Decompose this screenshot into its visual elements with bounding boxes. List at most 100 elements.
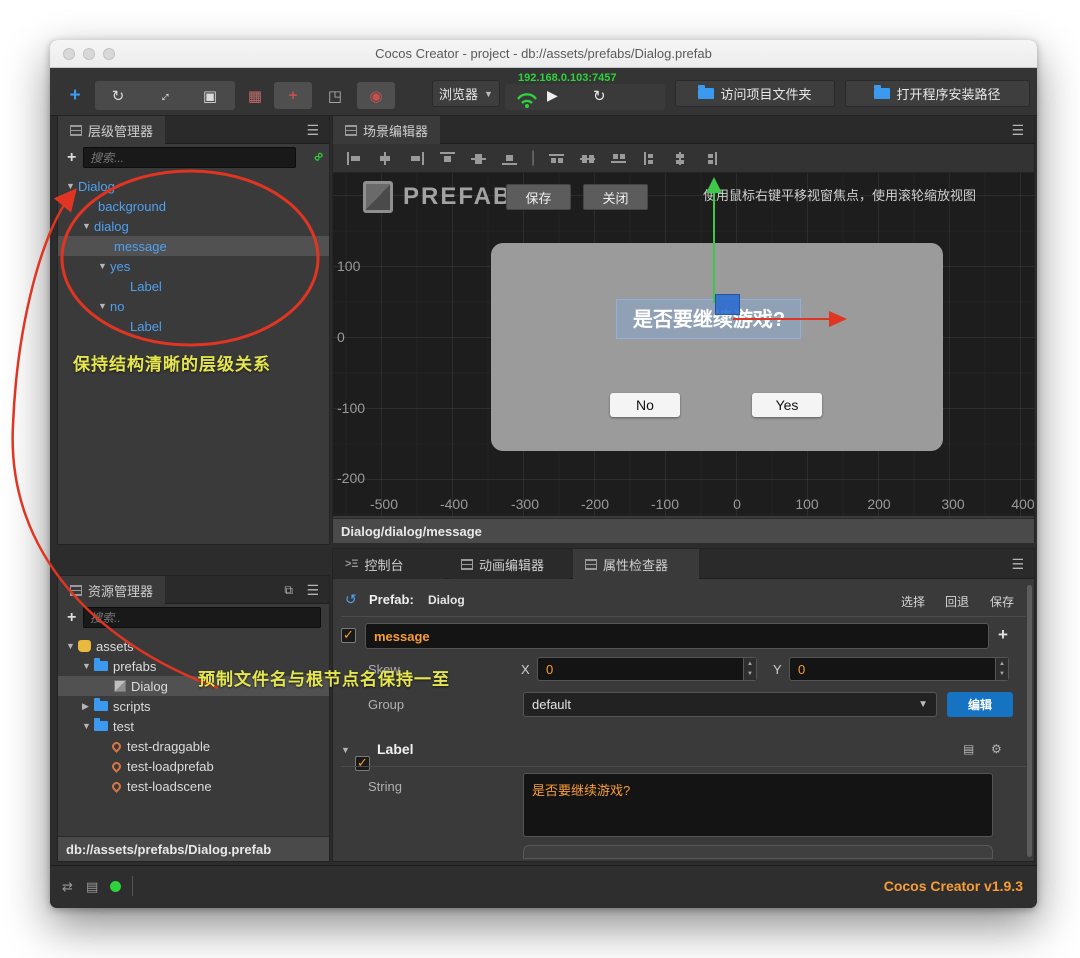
align-left-icon[interactable] bbox=[347, 151, 362, 165]
prefab-close-button[interactable]: 关闭 bbox=[583, 184, 648, 210]
skew-y-input[interactable] bbox=[790, 658, 994, 680]
component-doc-icon[interactable]: ▤ bbox=[963, 742, 974, 756]
hierarchy-node-background[interactable]: background bbox=[58, 196, 329, 216]
component-gear-icon[interactable]: ⚙ bbox=[991, 742, 1002, 756]
align-v-center-icon[interactable] bbox=[471, 152, 486, 165]
component-collapse-icon[interactable]: ▼ bbox=[341, 745, 350, 755]
tab-animation[interactable]: 动画编辑器 bbox=[449, 549, 569, 579]
hierarchy-node-dialog[interactable]: Dialog bbox=[58, 176, 329, 196]
asset-node-test-loadscene[interactable]: test-loadscene bbox=[58, 776, 329, 796]
expand-arrow-icon[interactable] bbox=[82, 721, 92, 731]
group-select[interactable]: default ▼ bbox=[523, 692, 937, 717]
tab-assets[interactable]: 资源管理器 bbox=[58, 576, 166, 604]
gizmo-x-axis[interactable] bbox=[733, 318, 829, 320]
distribute-top-icon[interactable] bbox=[549, 152, 565, 165]
gizmo-y-axis[interactable] bbox=[713, 193, 715, 303]
stepper-icon[interactable]: ▲ ▼ bbox=[743, 658, 756, 680]
stepper-icon[interactable]: ▲ ▼ bbox=[995, 658, 1008, 680]
distribute-right-icon[interactable] bbox=[704, 151, 719, 165]
inspector-menu-icon[interactable]: ☰ bbox=[1011, 557, 1024, 571]
dialog-no-button[interactable]: No bbox=[610, 393, 680, 417]
distribute-h-center-icon[interactable] bbox=[673, 151, 688, 165]
expand-arrow-icon[interactable] bbox=[82, 661, 92, 671]
link-scene-icon[interactable]: ∞ bbox=[309, 147, 327, 165]
hierarchy-search-input[interactable] bbox=[83, 147, 296, 168]
skew-x-input[interactable] bbox=[538, 658, 742, 680]
expand-arrow-icon[interactable] bbox=[82, 221, 92, 231]
rect-tool-icon[interactable]: ▣ bbox=[187, 87, 233, 105]
tab-inspector[interactable]: 属性检查器 bbox=[573, 549, 699, 579]
align-right-icon[interactable] bbox=[409, 151, 424, 165]
add-asset-button[interactable]: + bbox=[67, 609, 76, 627]
asset-node-scripts[interactable]: scripts bbox=[58, 696, 329, 716]
scene-menu-icon[interactable]: ☰ bbox=[1011, 123, 1024, 137]
move-tool-button[interactable]: + bbox=[62, 82, 88, 109]
tab-hierarchy[interactable]: 层级管理器 bbox=[58, 116, 166, 144]
expand-arrow-icon[interactable] bbox=[98, 301, 108, 311]
float-panel-icon[interactable]: ⧉ bbox=[284, 583, 293, 598]
expand-arrow-icon[interactable] bbox=[66, 641, 76, 651]
expand-arrow-icon[interactable] bbox=[66, 181, 76, 191]
tab-console[interactable]: >Ξ 控制台 bbox=[333, 549, 445, 579]
hierarchy-node-dialog-child[interactable]: dialog bbox=[58, 216, 329, 236]
hierarchy-node-message[interactable]: message bbox=[58, 236, 329, 256]
expand-arrow-icon[interactable] bbox=[98, 261, 108, 271]
hierarchy-icon bbox=[70, 124, 82, 136]
label-enabled-checkbox[interactable] bbox=[355, 755, 370, 771]
expand-arrow-icon[interactable] bbox=[82, 701, 92, 712]
prefab-save-link[interactable]: 保存 bbox=[990, 593, 1014, 610]
add-node-button[interactable]: + bbox=[67, 149, 76, 167]
asset-node-test[interactable]: test bbox=[58, 716, 329, 736]
scene-gizmo-button[interactable]: ▦ bbox=[240, 82, 270, 109]
hierarchy-node-yes-label[interactable]: Label bbox=[58, 276, 329, 296]
pointer-gizmo-button[interactable]: ◉ bbox=[357, 82, 395, 109]
gizmo-x-arrow-icon[interactable] bbox=[829, 311, 847, 327]
play-preview-icon[interactable]: ▶ bbox=[547, 87, 558, 104]
prefab-select-link[interactable]: 选择 bbox=[901, 593, 925, 610]
preview-browser-dropdown[interactable]: 浏览器 ▼ bbox=[432, 80, 500, 107]
distribute-left-icon[interactable] bbox=[642, 151, 657, 165]
scale-tool-icon[interactable]: ↔ bbox=[142, 73, 187, 118]
corner-gizmo-button[interactable]: ◳ bbox=[317, 82, 353, 109]
distribute-v-center-icon[interactable] bbox=[580, 152, 596, 165]
hierarchy-node-yes[interactable]: yes bbox=[58, 256, 329, 276]
refresh-status-icon[interactable]: ⇄ bbox=[62, 879, 73, 895]
asset-node-test-draggable[interactable]: test-draggable bbox=[58, 736, 329, 756]
inspector-scrollbar[interactable] bbox=[1027, 585, 1032, 857]
node-name-input[interactable] bbox=[365, 623, 989, 649]
open-install-path-button[interactable]: 打开程序安装路径 bbox=[845, 80, 1030, 107]
asset-node-assets[interactable]: assets bbox=[58, 636, 329, 656]
label-string-textarea[interactable]: 是否要继续游戏? bbox=[523, 773, 993, 837]
assets-root-icon bbox=[78, 640, 91, 652]
dialog-yes-button[interactable]: Yes bbox=[752, 393, 822, 417]
align-top-icon[interactable] bbox=[440, 151, 455, 165]
device-ip-address: 192.168.0.103:7457 bbox=[518, 72, 617, 84]
prefab-sync-icon[interactable]: ↺ bbox=[345, 591, 357, 608]
assets-search-input[interactable] bbox=[83, 607, 321, 628]
assets-menu-icon[interactable]: ☰ bbox=[306, 583, 319, 597]
prefab-revert-link[interactable]: 回退 bbox=[945, 593, 969, 610]
open-project-folder-button[interactable]: 访问项目文件夹 bbox=[675, 80, 835, 107]
hierarchy-node-no-label[interactable]: Label bbox=[58, 316, 329, 336]
hierarchy-node-no[interactable]: no bbox=[58, 296, 329, 316]
add-gizmo-button[interactable]: + bbox=[274, 82, 312, 109]
tab-scene[interactable]: 场景编辑器 bbox=[333, 116, 441, 144]
refresh-preview-icon[interactable]: ↻ bbox=[593, 87, 606, 105]
prefab-save-button[interactable]: 保存 bbox=[506, 184, 571, 210]
rotate-tool-icon[interactable]: ↻ bbox=[95, 87, 141, 105]
scene-canvas[interactable]: PREFAB 保存 关闭 使用鼠标右键平移视窗焦点，使用滚轮缩放视图 100 0… bbox=[333, 173, 1034, 516]
y-tick: 0 bbox=[337, 329, 345, 345]
preview-controls: ▶ ↻ bbox=[505, 84, 665, 110]
hierarchy-menu-icon[interactable]: ☰ bbox=[306, 123, 319, 137]
database-icon[interactable]: ▤ bbox=[86, 879, 98, 895]
gizmo-y-arrow-icon[interactable] bbox=[706, 177, 722, 193]
distribute-bottom-icon[interactable] bbox=[611, 152, 627, 165]
asset-node-test-loadprefab[interactable]: test-loadprefab bbox=[58, 756, 329, 776]
align-bottom-icon[interactable] bbox=[502, 152, 517, 165]
gizmo-origin-handle[interactable] bbox=[715, 294, 740, 315]
node-active-checkbox[interactable] bbox=[341, 627, 356, 643]
add-component-button[interactable]: + bbox=[998, 625, 1008, 645]
align-h-center-icon[interactable] bbox=[378, 151, 393, 165]
group-edit-button[interactable]: 编辑 bbox=[947, 692, 1013, 717]
dialog-background-node[interactable] bbox=[491, 243, 943, 451]
